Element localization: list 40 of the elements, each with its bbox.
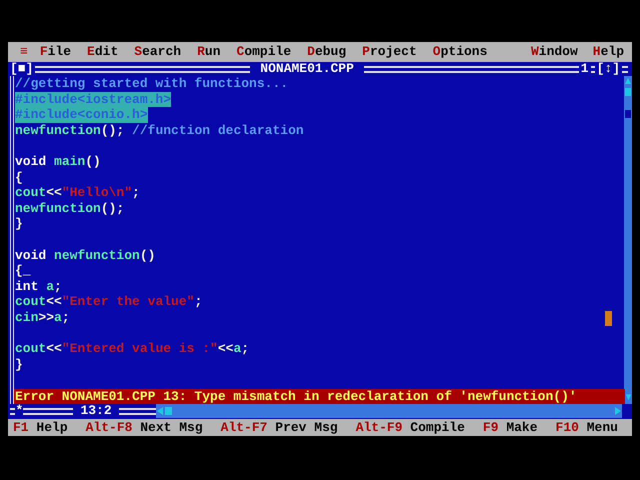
code-line: cout<<"Enter the value"; [15, 294, 202, 310]
shortcut-hint[interactable]: F10 Menu [556, 420, 618, 435]
menu-item[interactable]: Search [134, 43, 182, 61]
window-number: 1 [580, 62, 589, 76]
shortcut-hint[interactable]: Alt-F7 Prev Msg [220, 420, 338, 435]
shortcut-hint[interactable]: F1 Help [13, 420, 68, 435]
code-line: cin>>a; [15, 310, 70, 326]
modified-indicator: * [15, 404, 24, 418]
code-line: void main() [15, 154, 101, 170]
shortcut-hint[interactable]: Alt-F8 Next Msg [86, 420, 203, 435]
error-message: Error NONAME01.CPP 13: Type mismatch in redeclaration of 'newfunction()' [14, 389, 625, 404]
shortcut-hint[interactable]: F9 Make [482, 420, 538, 435]
zoom-box[interactable]: [↕] [596, 62, 620, 76]
horizontal-scrollbar-drawing[interactable] [156, 404, 622, 418]
menu-item[interactable]: Help [592, 43, 624, 61]
menu-item[interactable]: Edit [87, 43, 118, 61]
code-line: cout<<"Hello\n"; [15, 185, 140, 201]
code-line: int a; [15, 278, 62, 294]
menu-item[interactable]: Debug [307, 43, 346, 61]
shortcut-hint[interactable]: Alt-F9 Compile [356, 420, 465, 435]
menu-item[interactable]: Run [197, 43, 220, 61]
menu-item[interactable]: Compile [236, 43, 292, 61]
code-line: //getting started with functions... [15, 76, 288, 92]
code-line: { [15, 170, 23, 186]
menu-item[interactable]: File [40, 43, 72, 61]
code-line: cout<<"Entered value is :"<<a; [15, 341, 250, 357]
menu-item[interactable]: Project [362, 43, 417, 61]
window-title: NONAME01.CPP [259, 62, 355, 76]
cursor-position: 13:2 [79, 404, 113, 418]
system-menu-button[interactable]: ≡ [20, 43, 28, 61]
menu-item[interactable]: Options [432, 43, 488, 61]
code-line: } [15, 216, 23, 232]
code-line: void newfunction() [15, 248, 156, 264]
mouse-pointer-icon [605, 311, 612, 326]
menu-item[interactable]: Window [530, 43, 578, 61]
code-line: } [15, 356, 23, 372]
code-line: {_ [15, 263, 31, 279]
code-line: newfunction(); //function declaration [15, 122, 304, 138]
code-line: newfunction(); [15, 200, 124, 216]
close-box[interactable]: [■] [10, 62, 34, 76]
